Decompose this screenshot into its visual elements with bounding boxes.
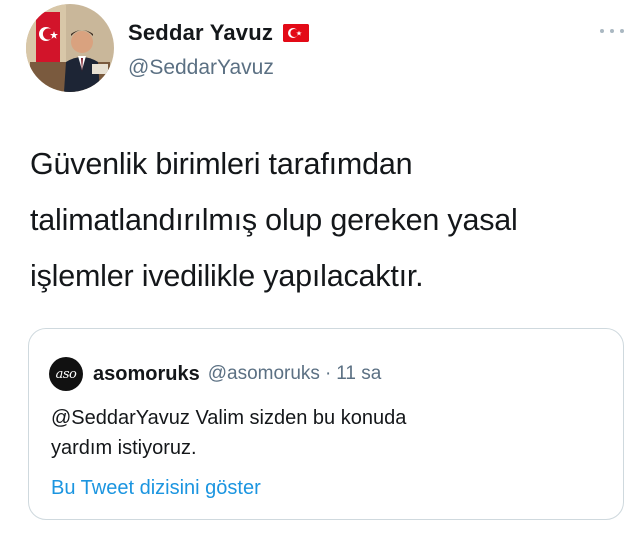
author-name[interactable]: Seddar Yavuz bbox=[128, 20, 273, 46]
quoted-text-line: @SeddarYavuz Valim sizden bu konuda bbox=[51, 407, 407, 429]
quoted-tweet-text: @SeddarYavuz Valim sizden bu konuda yard… bbox=[51, 403, 406, 463]
show-thread-link[interactable]: Bu Tweet dizisini göster bbox=[51, 477, 261, 500]
quoted-author-handle[interactable]: @asomoruks bbox=[208, 363, 320, 385]
avatar-photo bbox=[26, 4, 114, 92]
dot bbox=[610, 29, 614, 33]
author-block: Seddar Yavuz @SeddarYavuz bbox=[128, 20, 310, 80]
tweet-text-line: Güvenlik birimleri tarafımdan bbox=[30, 147, 413, 181]
tweet-text-line: talimatlandırılmış olup gereken yasal bbox=[30, 203, 518, 237]
quoted-author-name[interactable]: asomoruks bbox=[93, 363, 200, 386]
quoted-avatar-text: aso bbox=[55, 366, 77, 382]
separator-dot: · bbox=[324, 363, 332, 384]
tweet-card: Seddar Yavuz @SeddarYavuz Güvenlik birim… bbox=[0, 0, 640, 540]
author-avatar[interactable] bbox=[26, 4, 114, 92]
quoted-text-line: yardım istiyoruz. bbox=[51, 437, 197, 459]
quoted-author-avatar[interactable]: aso bbox=[49, 357, 83, 391]
quoted-tweet[interactable]: aso asomoruks @asomoruks · 11 sa @Seddar… bbox=[28, 328, 624, 520]
tweet-text: Güvenlik birimleri tarafımdan talimatlan… bbox=[30, 136, 620, 304]
turkey-flag-icon bbox=[283, 24, 310, 42]
dot bbox=[620, 29, 624, 33]
quoted-tweet-header: aso asomoruks @asomoruks · 11 sa bbox=[49, 357, 381, 391]
tweet-text-line: işlemler ivedilikle yapılacaktır. bbox=[30, 259, 424, 293]
dot bbox=[600, 29, 604, 33]
quoted-timestamp[interactable]: 11 sa bbox=[336, 363, 381, 385]
author-handle[interactable]: @SeddarYavuz bbox=[128, 56, 309, 80]
author-name-row: Seddar Yavuz bbox=[128, 20, 310, 46]
more-options-icon[interactable] bbox=[600, 24, 624, 38]
